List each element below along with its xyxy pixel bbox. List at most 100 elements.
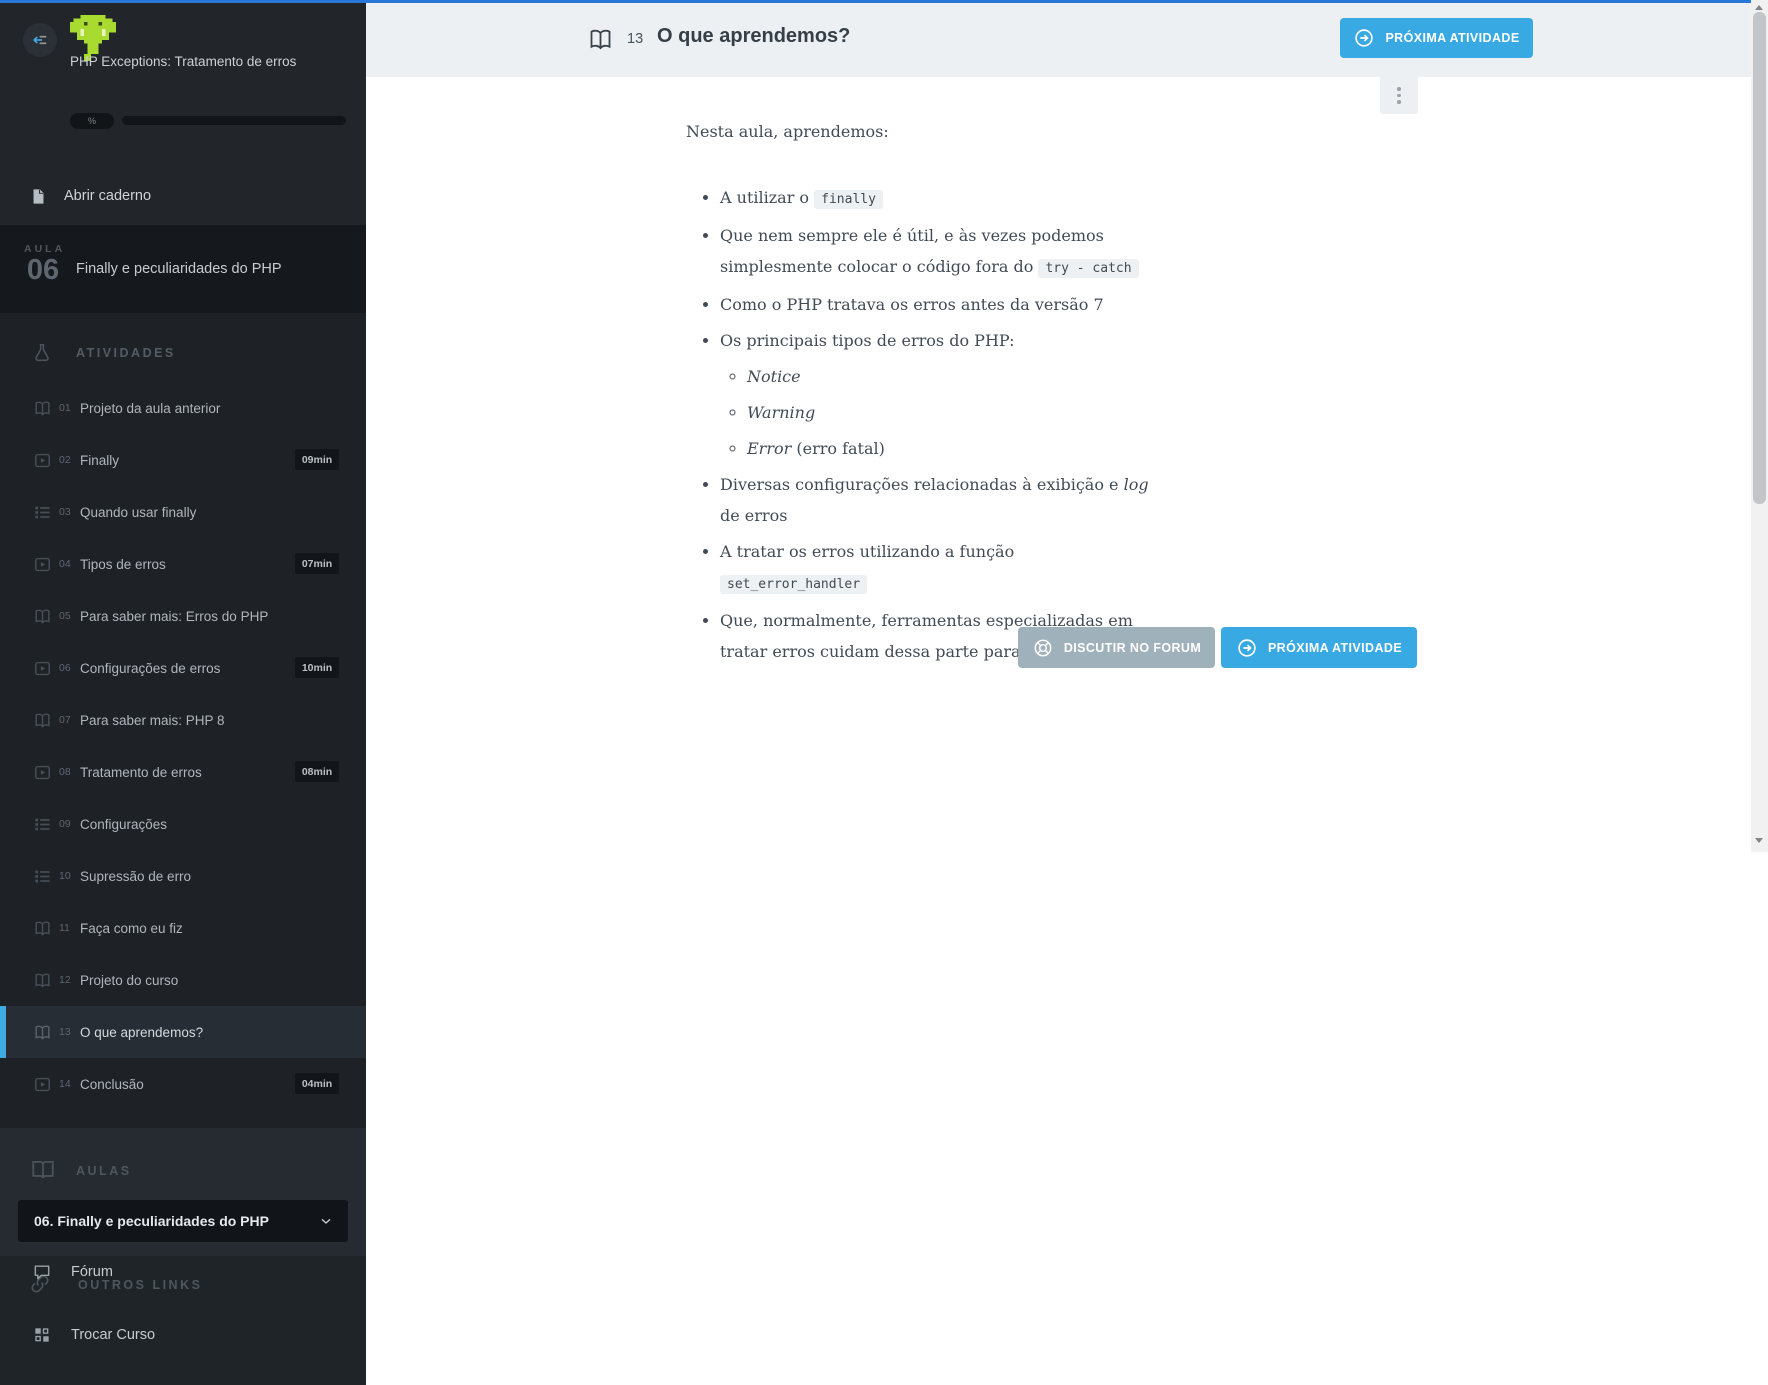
collapse-arrow-icon [32, 35, 47, 45]
sub-bullet-item: Warning [747, 397, 1158, 428]
activity-label: Faça como eu fiz [80, 920, 183, 936]
book-open-icon [33, 1023, 52, 1042]
activities-section-header: ATIVIDADES [0, 331, 366, 375]
next-activity-label: PRÓXIMA ATIVIDADE [1267, 640, 1403, 655]
activity-number: 08 [59, 766, 71, 778]
bullet-item: A utilizar o finally [720, 182, 1158, 215]
lifebuoy-icon [1034, 639, 1052, 656]
duration-badge: 09min [295, 449, 339, 470]
discuss-forum-button[interactable]: DISCUTIR NO FORUM [1018, 627, 1215, 668]
activity-number: 07 [59, 714, 71, 726]
activity-number: 12 [59, 974, 71, 986]
activity-item[interactable]: 11 Faça como eu fiz [0, 902, 366, 954]
activity-item[interactable]: 13 O que aprendemos? [0, 1006, 366, 1058]
activity-label: Quando usar finally [80, 504, 197, 520]
video-icon [33, 1075, 52, 1094]
bullet-text: Os principais tipos de erros do PHP: [720, 331, 1015, 350]
progress-percent-badge: % [70, 113, 114, 129]
sidebar: PHP Exceptions: Tratamento de erros % Ab… [0, 3, 366, 1385]
open-notebook-button[interactable]: Abrir caderno [0, 174, 366, 218]
next-activity-button-bottom[interactable]: PRÓXIMA ATIVIDADE [1221, 627, 1417, 668]
inline-code: try - catch [1038, 259, 1139, 278]
lesson-number: 06 [26, 254, 60, 286]
document-icon [33, 188, 44, 204]
course-progress-bar [122, 116, 346, 125]
activity-item[interactable]: 03 Quando usar finally [0, 486, 366, 538]
main-content: 13 O que aprendemos? PRÓXIMA ATIVIDADE N… [366, 3, 1751, 1385]
activity-item[interactable]: 06 Configurações de erros 10min [0, 642, 366, 694]
scrollbar-track[interactable] [1751, 0, 1768, 852]
list-icon [33, 867, 52, 886]
scrollbar-up-arrow[interactable] [1755, 5, 1763, 10]
lesson-number-block: AULA 06 [24, 243, 62, 285]
video-icon [33, 451, 52, 470]
scrollbar-thumb[interactable] [1753, 12, 1766, 504]
list-icon [33, 815, 52, 834]
bullet-text: (erro fatal) [791, 439, 885, 458]
grid-icon [32, 1325, 52, 1345]
book-open-icon [33, 919, 52, 938]
book-open-icon [33, 399, 52, 418]
other-link-item[interactable]: Fórum [0, 1256, 366, 1288]
activity-number: 13 [59, 1026, 71, 1038]
scrollbar-down-arrow[interactable] [1755, 838, 1763, 843]
activity-number: 02 [59, 454, 71, 466]
other-link-label: Fórum [71, 1264, 113, 1280]
summary-bullet-list: A utilizar o finally Que nem sempre ele é… [686, 182, 1158, 667]
lesson-select-dropdown[interactable]: 06. Finally e peculiaridades do PHP [18, 1200, 348, 1242]
activity-label: O que aprendemos? [80, 1024, 204, 1040]
activity-item[interactable]: 07 Para saber mais: PHP 8 [0, 694, 366, 746]
activity-label: Para saber mais: PHP 8 [80, 712, 225, 728]
activity-item[interactable]: 09 Configurações [0, 798, 366, 850]
top-progress-line [0, 0, 1768, 3]
bullet-item: Os principais tipos de erros do PHP: Noti… [720, 325, 1158, 464]
collapse-sidebar-button[interactable] [23, 23, 57, 57]
more-options-button[interactable] [1380, 77, 1418, 114]
activity-number: 11 [59, 922, 70, 934]
activity-label: Para saber mais: Erros do PHP [80, 608, 269, 624]
bullet-item: Diversas configurações relacionadas à ex… [720, 469, 1158, 531]
chevron-down-icon [321, 1218, 331, 1224]
activity-item[interactable]: 14 Conclusão 04min [0, 1058, 366, 1110]
activity-header-bar: 13 O que aprendemos? PRÓXIMA ATIVIDADE [366, 3, 1751, 77]
bullet-text: A tratar os erros utilizando a função [720, 542, 1015, 561]
bullet-item: Como o PHP tratava os erros antes da ver… [720, 289, 1158, 320]
sub-bullet-item: Error (erro fatal) [747, 433, 1158, 464]
other-link-item[interactable]: Trocar Curso [0, 1319, 366, 1351]
activity-label: Projeto da aula anterior [80, 400, 221, 416]
video-icon [33, 555, 52, 574]
activity-label: Tipos de erros [80, 556, 166, 572]
activity-label: Conclusão [80, 1076, 144, 1092]
other-links-section: OUTROS LINKS Fórum Trocar Curso [0, 1256, 366, 1385]
current-lesson-banner: AULA 06 Finally e peculiaridades do PHP [0, 225, 366, 313]
flask-icon [35, 343, 49, 362]
bullet-text: A utilizar o [720, 188, 815, 207]
book-icon [32, 1160, 54, 1179]
lesson-select-value: 06. Finally e peculiaridades do PHP [34, 1213, 269, 1229]
activity-item[interactable]: 04 Tipos de erros 07min [0, 538, 366, 590]
intro-paragraph: Nesta aula, aprendemos: [686, 122, 889, 141]
aulas-section: AULAS 06. Finally e peculiaridades do PH… [0, 1128, 366, 1256]
activity-label: Finally [80, 452, 120, 468]
activity-item[interactable]: 12 Projeto do curso [0, 954, 366, 1006]
forum-icon [32, 1262, 52, 1282]
activity-number: 05 [59, 610, 71, 622]
activity-item[interactable]: 01 Projeto da aula anterior [0, 382, 366, 434]
next-activity-button-top[interactable]: PRÓXIMA ATIVIDADE [1340, 18, 1533, 58]
aulas-header-label: AULAS [76, 1164, 132, 1178]
kebab-dot [1397, 100, 1401, 104]
bullet-item: A tratar os erros utilizando a função se… [720, 536, 1158, 600]
lesson-title: Finally e peculiaridades do PHP [76, 261, 282, 277]
inline-code: finally [814, 190, 883, 209]
activity-item[interactable]: 10 Supressão de erro [0, 850, 366, 902]
duration-badge: 04min [295, 1073, 339, 1094]
activities-header-label: ATIVIDADES [76, 346, 176, 360]
activity-item[interactable]: 08 Tratamento de erros 08min [0, 746, 366, 798]
activity-number: 13 [627, 31, 644, 47]
emphasis-text: Error [747, 439, 792, 458]
sub-bullet-list: Notice Warning Error (erro fatal) [720, 361, 1158, 464]
activity-label: Configurações [80, 816, 168, 832]
activity-item[interactable]: 05 Para saber mais: Erros do PHP [0, 590, 366, 642]
duration-badge: 08min [295, 761, 339, 782]
activity-item[interactable]: 02 Finally 09min [0, 434, 366, 486]
